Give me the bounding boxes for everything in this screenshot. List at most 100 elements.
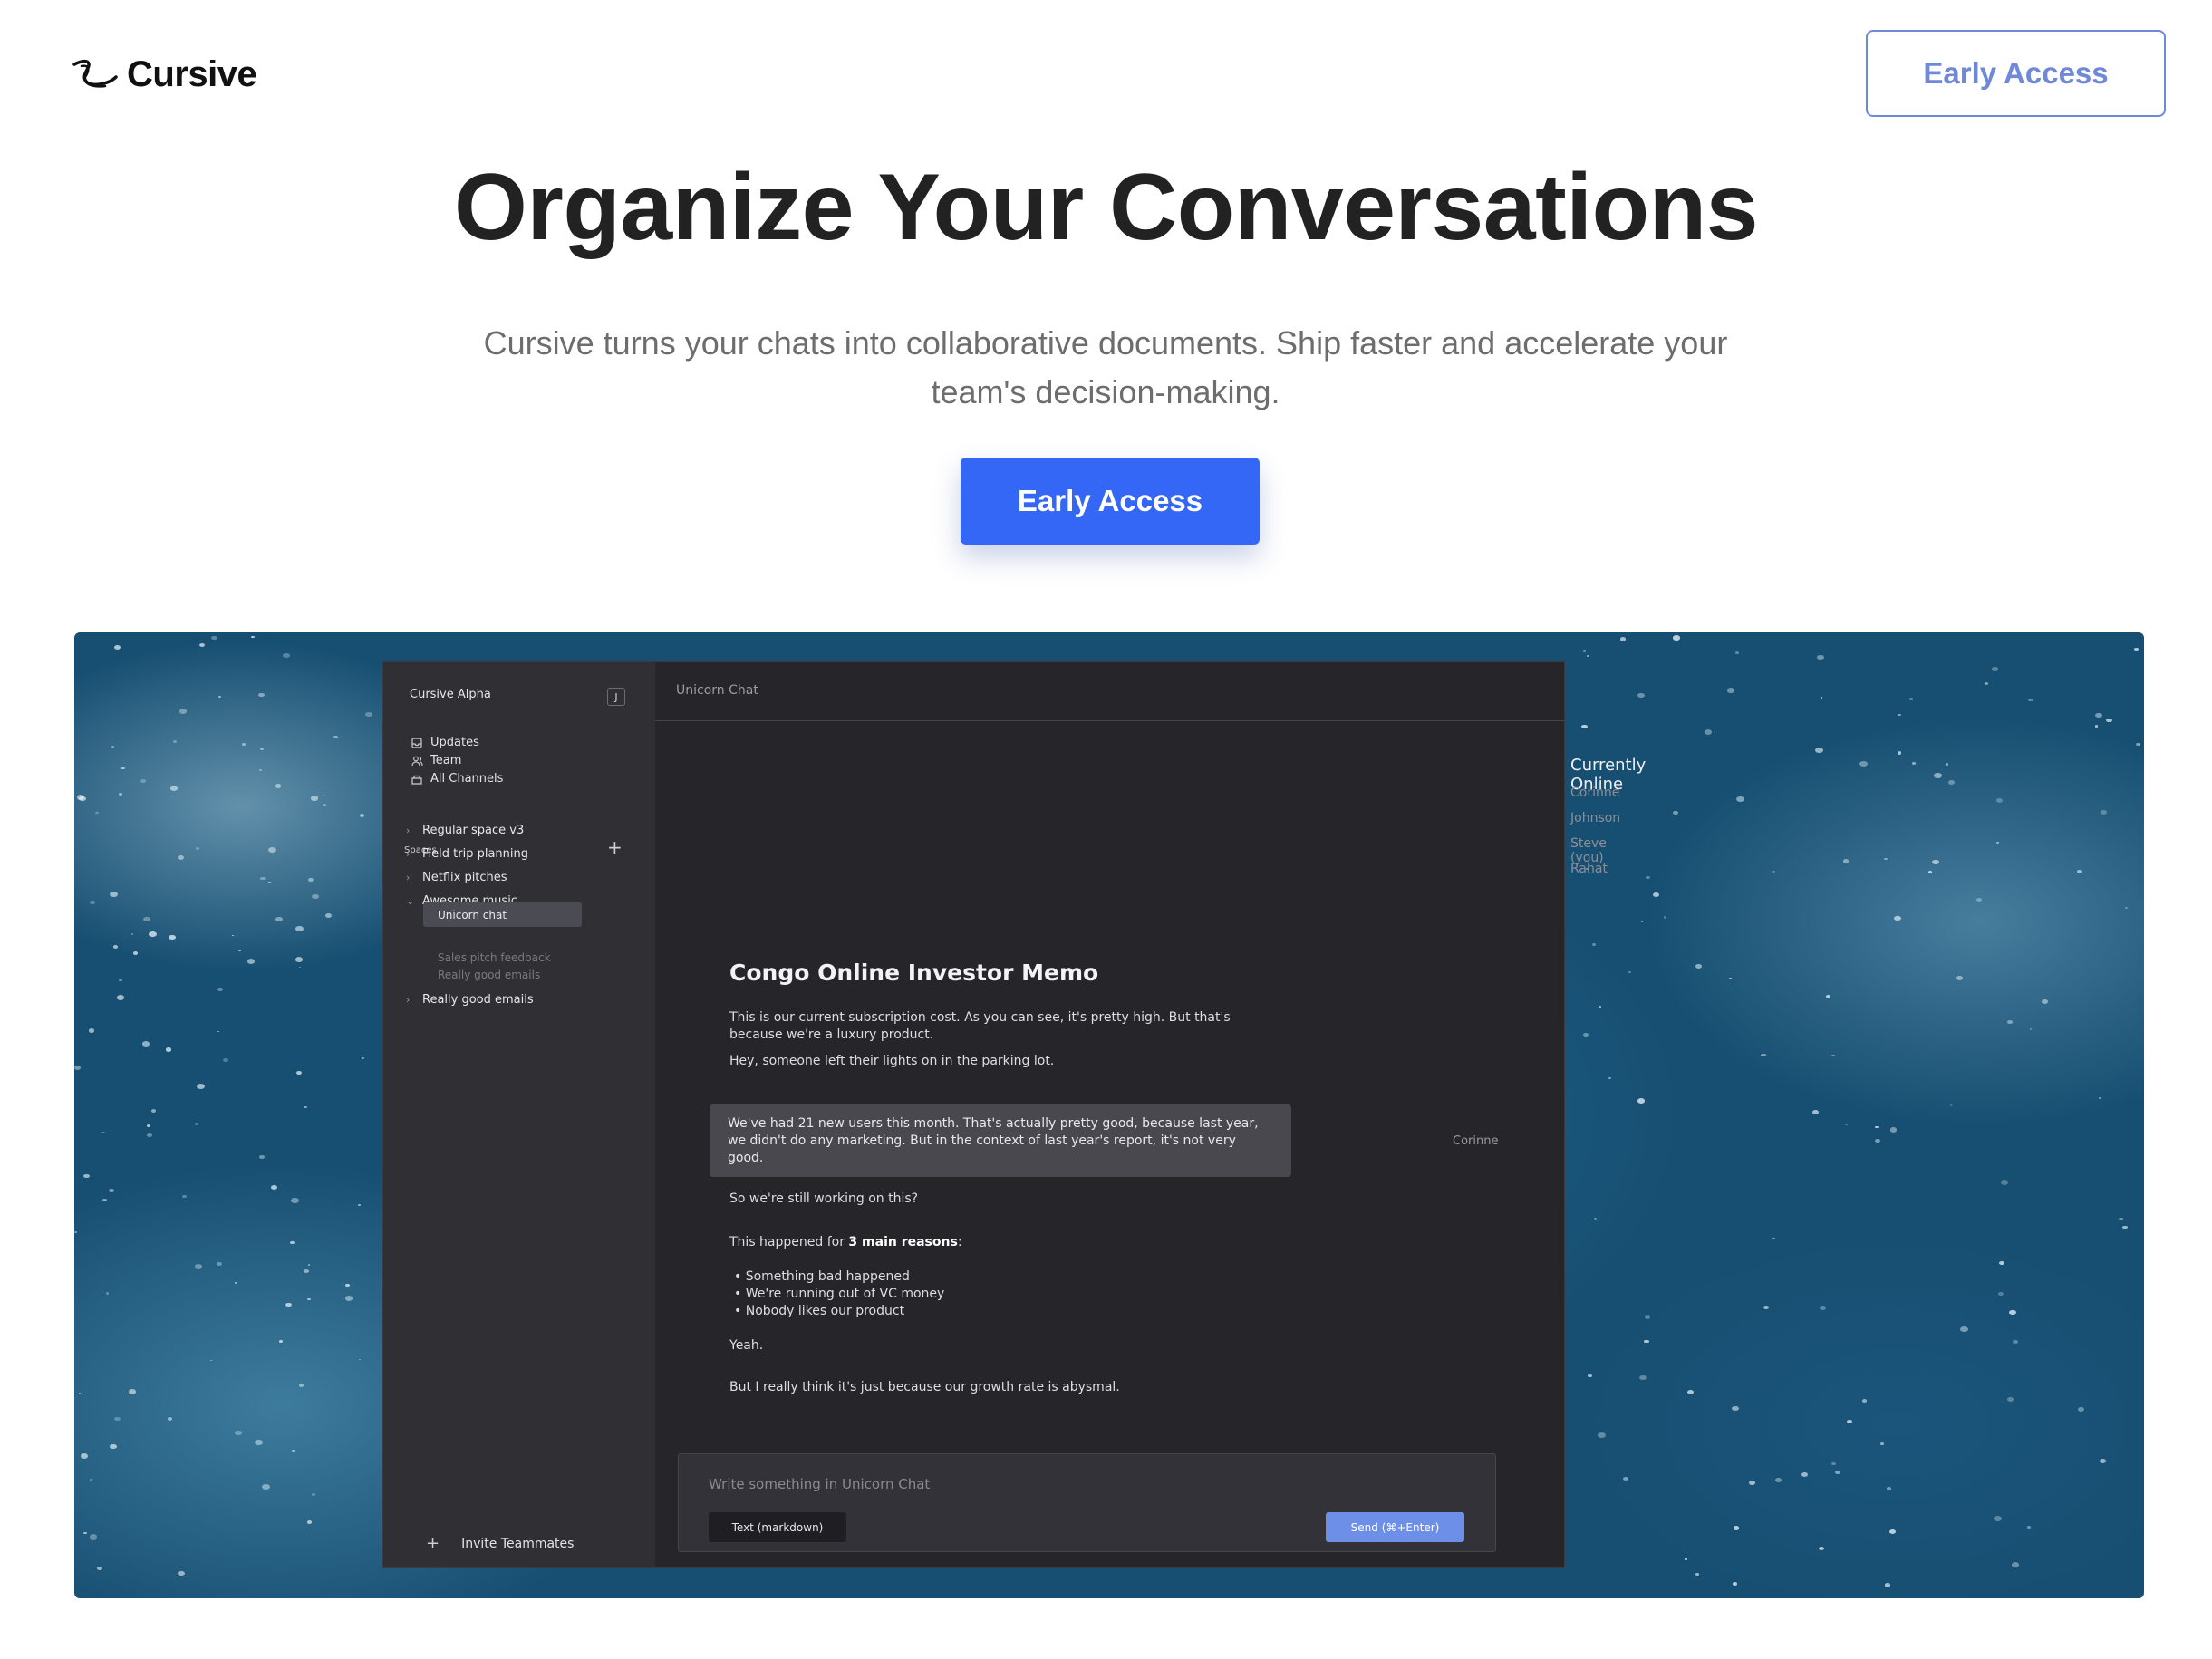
foam-speck <box>271 1185 278 1191</box>
foam-speck <box>259 769 262 771</box>
channel-item[interactable]: Really good emails <box>438 969 540 981</box>
foam-speck <box>292 1450 295 1452</box>
foam-speck <box>1597 1432 1606 1439</box>
foam-speck <box>114 1416 121 1422</box>
foam-speck <box>1586 654 1590 658</box>
foam-speck <box>195 846 200 850</box>
online-user[interactable]: Johnson <box>1570 811 1620 825</box>
foam-speck <box>304 1105 307 1109</box>
document-title: Congo Online Investor Memo <box>729 960 1099 986</box>
sidebar-space-item[interactable]: › Really good emails <box>406 993 534 1007</box>
foam-speck <box>358 1204 362 1207</box>
foam-speck <box>147 1124 151 1127</box>
inbox-icon <box>411 737 423 749</box>
foam-speck <box>121 767 125 770</box>
foam-speck <box>1897 751 1902 755</box>
foam-speck <box>195 1263 203 1269</box>
foam-speck <box>105 1292 109 1295</box>
foam-speck <box>2029 1027 2033 1030</box>
foam-speck <box>1587 1374 1592 1377</box>
foam-speck <box>197 1084 205 1090</box>
foam-speck <box>268 881 271 883</box>
foam-speck <box>1960 1326 1968 1332</box>
foam-speck <box>149 931 157 938</box>
foam-speck <box>1992 667 1998 671</box>
foam-speck <box>299 967 302 969</box>
foam-speck <box>1859 760 1868 767</box>
online-user[interactable]: Rahat <box>1570 862 1608 876</box>
foam-speck <box>1582 1032 1589 1037</box>
sidebar-item-all-channels[interactable]: All Channels <box>411 772 503 786</box>
foam-speck <box>295 957 304 962</box>
foam-speck <box>333 735 339 739</box>
foam-speck <box>179 709 187 715</box>
sidebar-space-item[interactable]: › Regular space v3 <box>406 824 524 837</box>
foam-speck <box>2099 1459 2106 1464</box>
foam-speck <box>168 1416 173 1421</box>
foam-speck <box>2041 999 2049 1005</box>
foam-speck <box>1898 714 1901 717</box>
sidebar-item-updates[interactable]: Updates <box>411 736 479 749</box>
foam-speck <box>1874 1138 1881 1143</box>
foam-speck <box>1998 1291 2004 1297</box>
foam-speck <box>311 1493 315 1496</box>
channel-item-active[interactable]: Unicorn chat <box>423 902 582 927</box>
add-space-icon[interactable]: + <box>607 838 623 856</box>
invite-teammates-button[interactable]: + Invite Teammates <box>426 1534 574 1553</box>
hero-early-access-button[interactable]: Early Access <box>961 458 1260 545</box>
foam-speck <box>1932 860 1939 865</box>
foam-speck <box>1645 875 1651 880</box>
foam-speck <box>2106 718 2112 723</box>
workspace-name[interactable]: Cursive Alpha <box>410 688 491 701</box>
foam-speck <box>1591 943 1597 947</box>
brand-logo[interactable]: Cursive <box>69 54 257 95</box>
invite-label: Invite Teammates <box>461 1536 575 1551</box>
send-button[interactable]: Send (⌘+Enter) <box>1326 1512 1464 1542</box>
foam-speck <box>1834 1470 1840 1474</box>
foam-speck <box>181 1194 187 1199</box>
foam-speck <box>1928 870 1932 873</box>
foam-speck <box>79 1393 82 1394</box>
header-early-access-button[interactable]: Early Access <box>1866 30 2166 117</box>
foam-speck <box>1956 975 1963 980</box>
foam-speck <box>2099 1097 2101 1100</box>
foam-speck <box>165 1047 172 1053</box>
message-composer[interactable]: Write something in Unicorn Chat Text (ma… <box>678 1453 1496 1552</box>
foam-speck <box>322 804 327 807</box>
foam-speck <box>147 1133 153 1138</box>
foam-speck <box>1949 1104 1953 1106</box>
foam-speck <box>140 779 146 784</box>
composer-input[interactable]: Write something in Unicorn Chat <box>709 1476 930 1492</box>
foam-speck <box>1887 1486 1892 1490</box>
foam-speck <box>235 1430 243 1436</box>
channel-item[interactable]: Sales pitch feedback <box>438 951 551 964</box>
doc-paragraph-reasons: This happened for 3 main reasons: <box>729 1234 1237 1251</box>
foam-speck <box>172 740 177 744</box>
foam-speck <box>80 1453 88 1460</box>
foam-speck <box>307 1520 312 1524</box>
foam-speck <box>2007 1019 2013 1024</box>
foam-speck <box>82 1531 87 1535</box>
online-user[interactable]: Corinne <box>1570 786 1619 800</box>
foam-speck <box>110 891 119 898</box>
foam-speck <box>298 1384 304 1388</box>
foam-speck <box>209 1359 213 1362</box>
foam-speck <box>114 644 121 650</box>
foam-speck <box>1894 916 1901 921</box>
foam-speck <box>1620 637 1627 641</box>
foam-speck <box>1644 1339 1649 1344</box>
format-selector-button[interactable]: Text (markdown) <box>709 1512 846 1542</box>
foam-speck <box>169 934 176 940</box>
app-window: Cursive Alpha J Updates Team All Channel… <box>382 661 1646 1568</box>
sidebar-item-team[interactable]: Team <box>411 754 461 767</box>
foam-speck <box>1818 1547 1824 1551</box>
sidebar-space-item[interactable]: › Netflix pitches <box>406 871 507 884</box>
foam-speck <box>112 944 119 949</box>
foam-speck <box>259 1155 265 1159</box>
foam-speck <box>1819 1305 1827 1311</box>
foam-speck <box>128 1389 137 1395</box>
reasons-suffix: : <box>957 1235 962 1249</box>
sidebar-space-item[interactable]: › Field trip planning <box>406 847 528 861</box>
foam-speck <box>1582 650 1587 652</box>
foam-speck <box>1772 870 1776 873</box>
